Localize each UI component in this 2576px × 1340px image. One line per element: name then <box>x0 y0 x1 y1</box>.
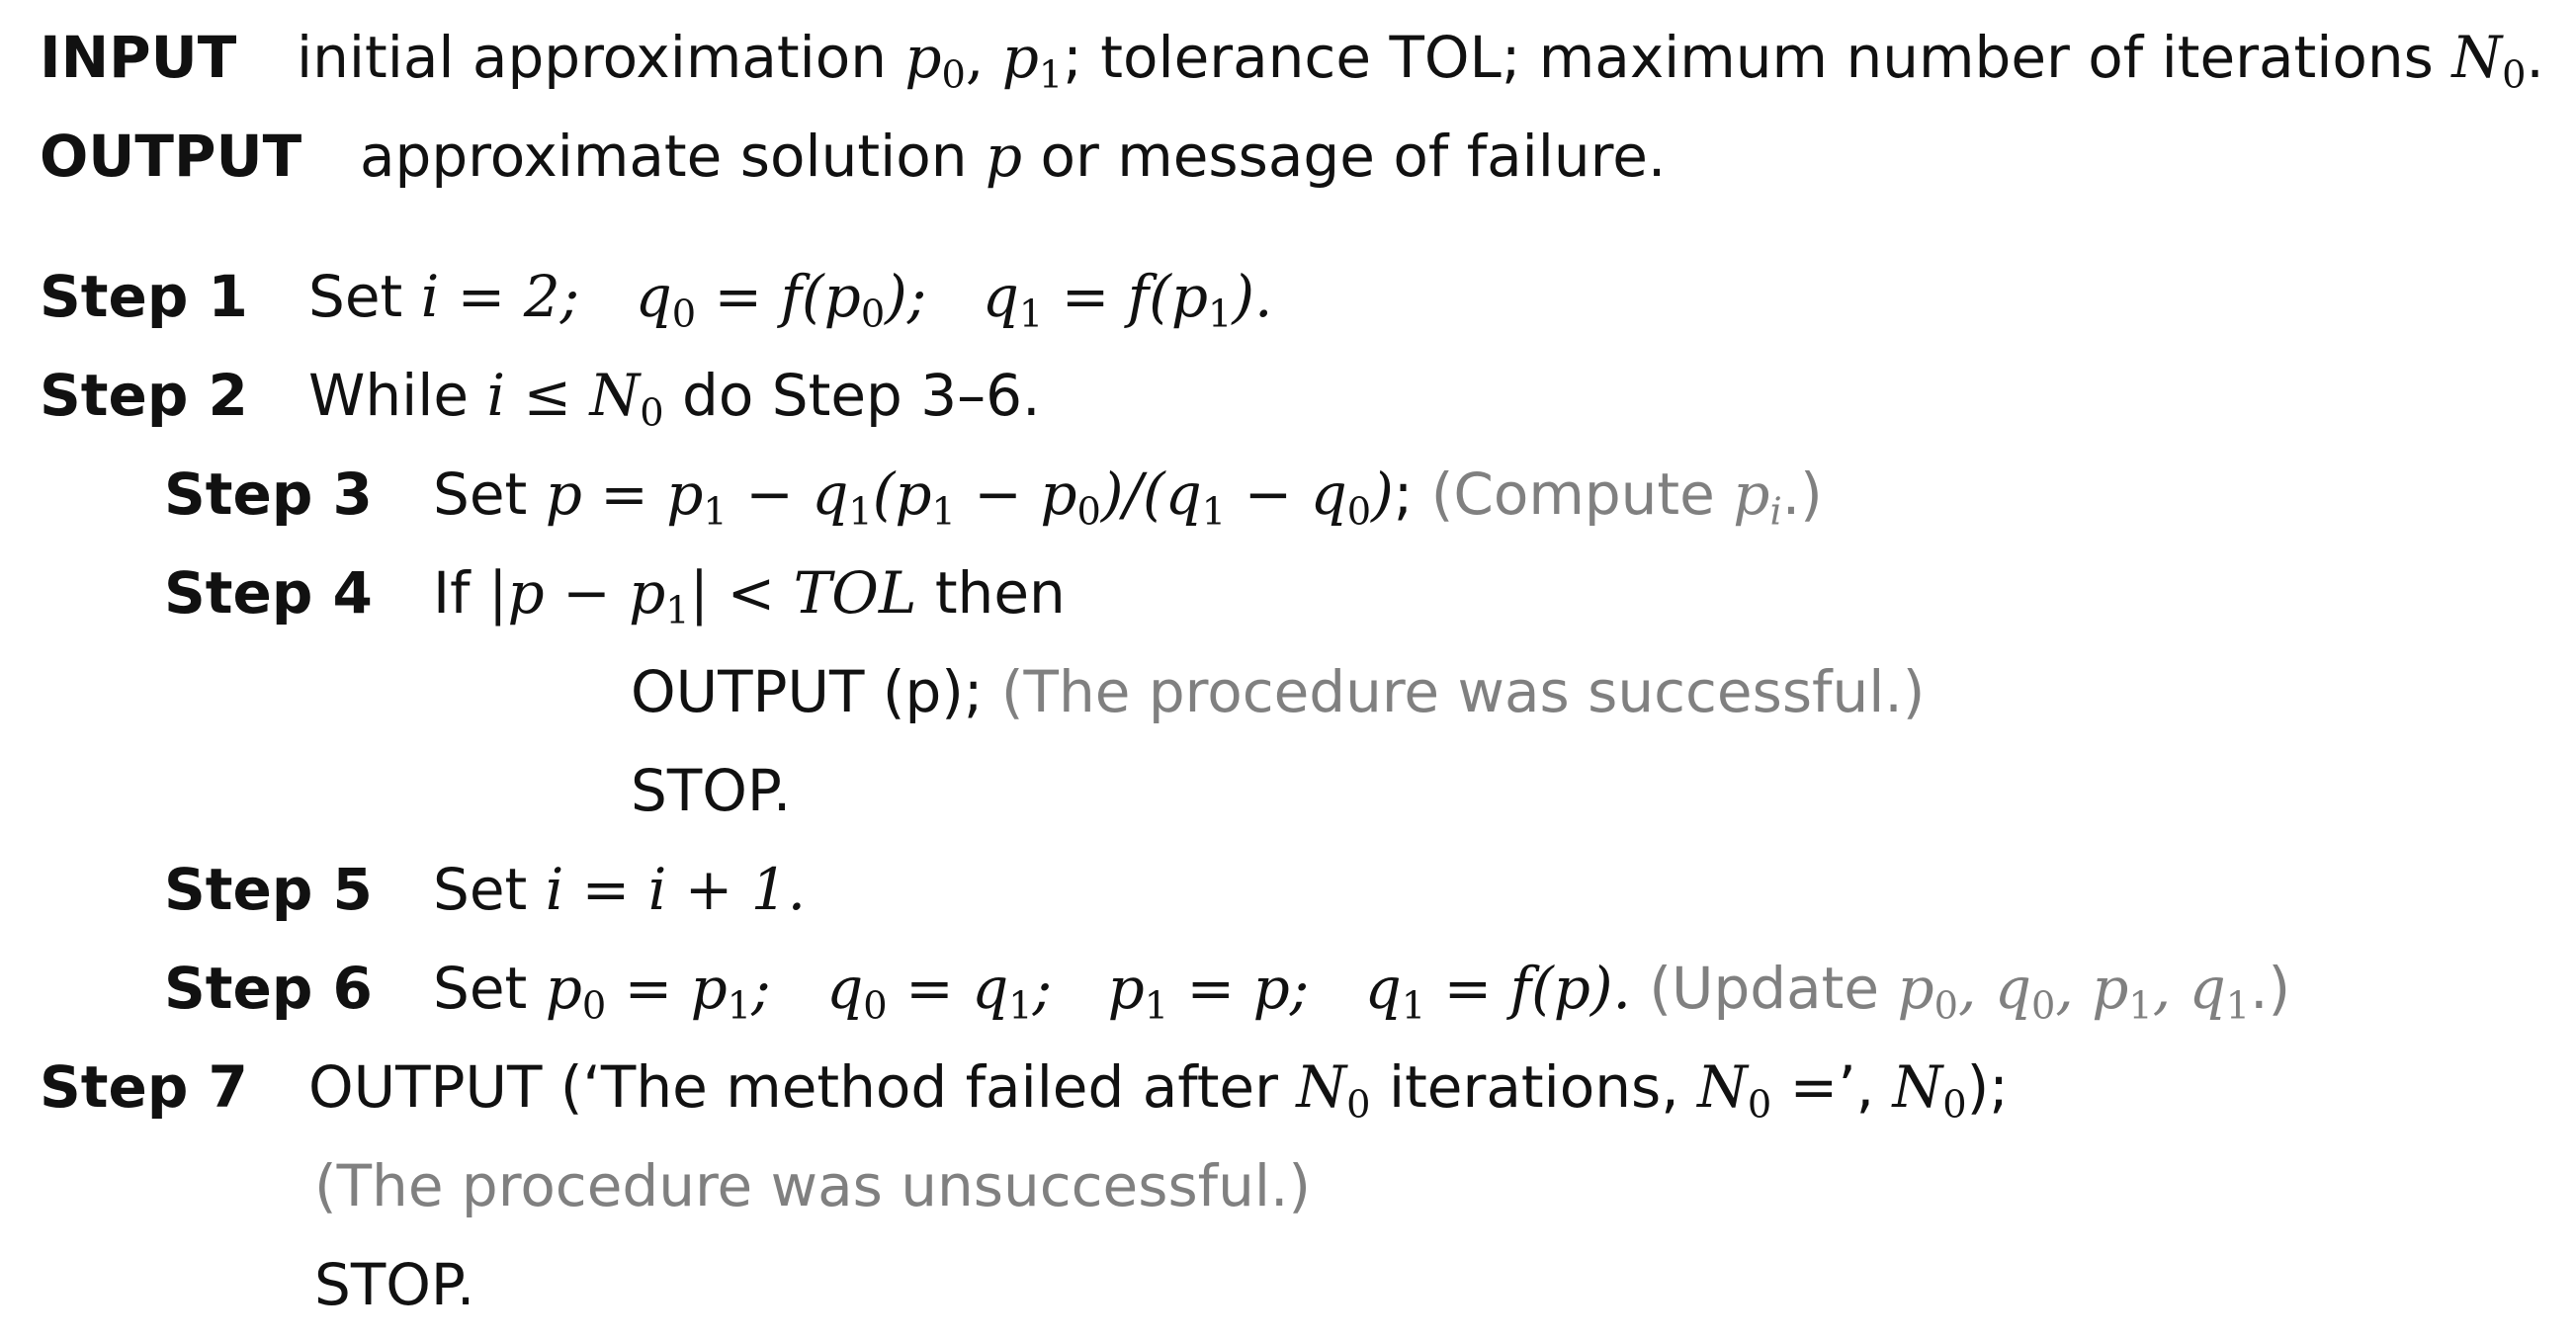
step-6-note: (Update p0, q0, p1, q1.) <box>1649 955 2291 1029</box>
var-p0: p0 <box>904 24 966 98</box>
step-5-body: Set i = i + 1. <box>433 856 807 923</box>
step-6-label: Step 6 <box>164 955 373 1022</box>
step-4-output-text: OUTPUT (p); <box>631 658 984 725</box>
step-3-body: Set p = p1 − q1(p1 − p0)/(q1 − q0); (Com… <box>433 461 1823 535</box>
step-2-label: Step 2 <box>40 362 248 429</box>
step-5-label: Step 5 <box>164 856 373 923</box>
step-7-label: Step 7 <box>40 1053 248 1121</box>
step-7-body: OUTPUT (‘The method failed after N0 iter… <box>308 1053 2009 1128</box>
step-4-label: Step 4 <box>164 559 373 627</box>
step-4-body: If |p − p1| < TOL then <box>433 559 1066 633</box>
step-6-body: Set p0 = p1; q0 = q1; p1 = p; q1 = f(p).… <box>433 955 2291 1029</box>
step-4-stop-text: STOP. <box>631 757 792 824</box>
step-1-body: Set i = 2; q0 = f(p0); q1 = f(p1). <box>308 263 1273 337</box>
input-description: initial approximation p0, p1; tolerance … <box>297 24 2544 98</box>
step-4-output-note: (The procedure was successful.) <box>1000 658 1926 725</box>
step-7-stop-text: STOP. <box>314 1251 475 1318</box>
var-p: p <box>985 123 1023 190</box>
output-label: OUTPUT <box>40 123 302 190</box>
step-2-body: While i ≤ N0 do Step 3–6. <box>308 362 1041 436</box>
input-label: INPUT <box>40 24 237 91</box>
step-3-note: (Compute pi.) <box>1430 461 1823 535</box>
secant-formula: p = p1 − q1(p1 − p0)/(q1 − q0) <box>545 461 1394 535</box>
input-text-b: ; tolerance TOL; maximum number of itera… <box>1063 24 2434 91</box>
step-1-label: Step 1 <box>40 263 248 330</box>
input-text-a: initial approximation <box>297 24 887 91</box>
var-p1: p1 <box>1001 24 1064 98</box>
step-3-label: Step 3 <box>164 461 373 528</box>
var-n0: N0 <box>2451 24 2527 98</box>
step-7-note: (The procedure was unsuccessful.) <box>314 1152 1312 1219</box>
output-description: approximate solution p or message of fai… <box>360 123 1667 190</box>
algorithm-document: INPUT initial approximation p0, p1; tole… <box>0 0 2576 1340</box>
